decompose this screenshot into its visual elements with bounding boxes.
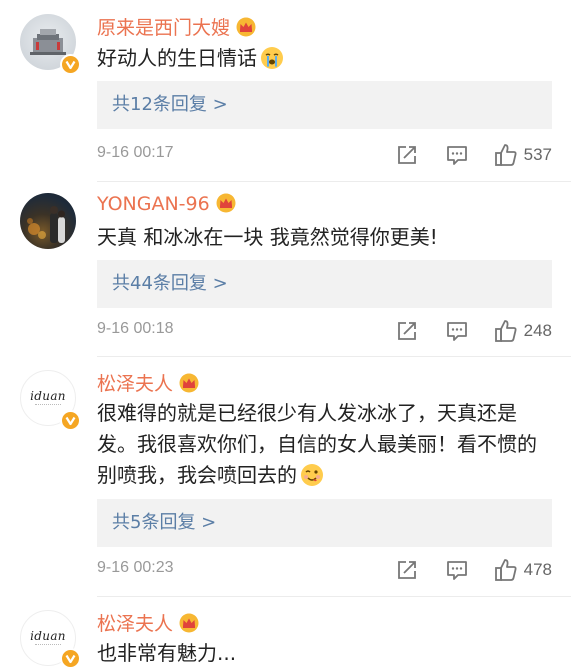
verified-v-icon [65, 654, 76, 664]
timestamp: 9-16 00:17 [97, 144, 174, 161]
crown-icon [215, 193, 237, 213]
comment-text: 也非常有魅力... [97, 638, 547, 669]
verified-v-icon [65, 60, 76, 70]
avatar-logo-underline [35, 404, 61, 407]
avatar-logo-text: iduan [30, 389, 66, 403]
like-count: 248 [523, 321, 552, 340]
divider [97, 596, 571, 597]
verified-badge [60, 54, 81, 75]
share-icon[interactable] [396, 320, 418, 342]
thumbs-up-icon[interactable] [494, 143, 518, 167]
username[interactable]: 松泽夫人 [97, 609, 200, 636]
timestamp: 9-16 00:23 [97, 559, 174, 576]
avatar-image [27, 206, 65, 243]
username[interactable]: 松泽夫人 [97, 369, 200, 396]
comment-actions: 537 [396, 143, 552, 167]
reply-summary-link[interactable]: 共5条回复 > [97, 499, 552, 547]
divider [97, 356, 571, 357]
crown-icon [235, 17, 257, 37]
reply-summary-link[interactable]: 共12条回复 > [97, 81, 552, 129]
comment-meta: 9-16 00:23 478 [97, 558, 552, 582]
yum-face-icon [300, 463, 324, 487]
comment-text: 好动人的生日情话 [97, 43, 547, 74]
share-icon[interactable] [396, 559, 418, 581]
username-text[interactable]: 松泽夫人 [97, 613, 173, 635]
avatar-logo-underline [35, 644, 61, 647]
username-text[interactable]: 原来是西门大嫂 [97, 17, 230, 39]
crown-icon [178, 373, 200, 393]
comment-icon[interactable] [446, 320, 468, 342]
comment-actions: 248 [396, 319, 552, 343]
verified-badge [60, 410, 81, 431]
user-avatar[interactable] [20, 193, 76, 249]
username-text[interactable]: 松泽夫人 [97, 373, 173, 395]
comment-text-body: 天真 和冰冰在一块 我竟然觉得你更美! [97, 225, 438, 249]
comment-icon[interactable] [446, 559, 468, 581]
comment-actions: 478 [396, 558, 552, 582]
divider [97, 181, 571, 182]
comment-text: 很难得的就是已经很少有人发冰冰了，天真还是发。我很喜欢你们，自信的女人最美丽！看… [97, 398, 542, 491]
share-icon[interactable] [396, 144, 418, 166]
username[interactable]: YONGAN-96 [97, 193, 237, 215]
username-text[interactable]: YONGAN-96 [97, 193, 210, 215]
thumbs-up-icon[interactable] [494, 319, 518, 343]
comment-meta: 9-16 00:17 537 [97, 143, 552, 167]
username[interactable]: 原来是西门大嫂 [97, 13, 257, 40]
crown-icon [178, 613, 200, 633]
timestamp: 9-16 00:18 [97, 320, 174, 337]
reply-summary-link[interactable]: 共44条回复 > [97, 260, 552, 308]
comment-text-body: 也非常有魅力... [97, 641, 237, 665]
comment-meta: 9-16 00:18 248 [97, 319, 552, 343]
comment-text: 天真 和冰冰在一块 我竟然觉得你更美! [97, 222, 547, 253]
thumbs-up-icon[interactable] [494, 558, 518, 582]
comment-text-body: 好动人的生日情话 [97, 46, 257, 70]
crying-face-icon [260, 46, 284, 70]
verified-badge [60, 648, 81, 669]
like-count: 478 [523, 560, 552, 579]
like-count: 537 [523, 145, 552, 164]
verified-v-icon [65, 416, 76, 426]
avatar-logo-text: iduan [30, 629, 66, 643]
comment-icon[interactable] [446, 144, 468, 166]
